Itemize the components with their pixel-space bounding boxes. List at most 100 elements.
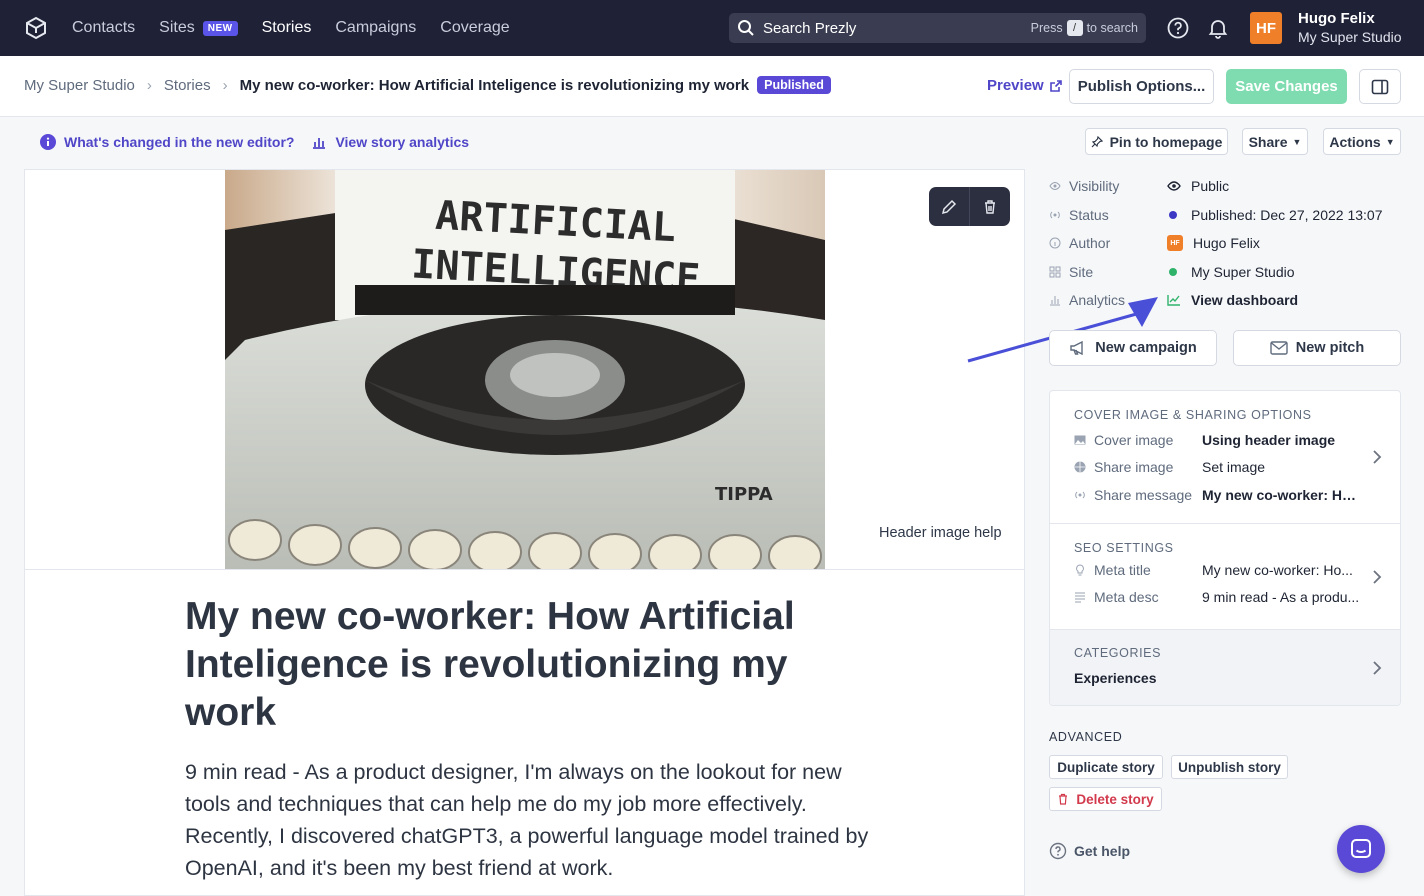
new-campaign-label: New campaign <box>1095 340 1197 356</box>
share-message-row: Share message My new co-worker: Ho... <box>1074 481 1400 509</box>
meta-desc-value: 9 min read - As a produ... <box>1202 589 1360 606</box>
delete-image-button[interactable] <box>969 187 1010 226</box>
trash-icon <box>985 199 995 214</box>
view-dashboard-link[interactable]: View dashboard <box>1167 292 1298 308</box>
nav-campaigns-label: Campaigns <box>335 19 417 36</box>
chevron-right-icon <box>1373 450 1382 464</box>
search-hint-to: to search <box>1086 21 1138 35</box>
help-circle-icon <box>1049 842 1067 860</box>
user-menu[interactable]: Hugo Felix My Super Studio <box>1298 10 1402 45</box>
meta-site: Site My Super Studio <box>1049 258 1409 287</box>
chat-launcher-button[interactable] <box>1337 825 1385 873</box>
share-dropdown[interactable]: Share ▼ <box>1242 128 1308 155</box>
share-message-value: My new co-worker: Ho... <box>1202 486 1362 503</box>
mail-icon <box>1270 341 1288 355</box>
meta-author-label: Author <box>1069 235 1111 252</box>
breadcrumb-separator-icon: › <box>222 76 228 94</box>
external-link-icon <box>1049 79 1062 92</box>
cover-sharing-heading: COVER IMAGE & SHARING OPTIONS <box>1074 408 1312 422</box>
site-text: My Super Studio <box>1191 263 1295 280</box>
edit-image-button[interactable] <box>929 187 969 226</box>
pin-label: Pin to homepage <box>1109 133 1223 150</box>
bell-icon[interactable] <box>1206 16 1230 40</box>
view-dashboard-text: View dashboard <box>1191 292 1299 309</box>
story-header: My Super Studio › Stories › My new co-wo… <box>0 56 1424 117</box>
pencil-icon <box>941 199 957 214</box>
share-message-label: Share message <box>1094 486 1193 503</box>
categories-heading: CATEGORIES <box>1074 646 1162 660</box>
nav-contacts[interactable]: Contacts <box>72 19 135 37</box>
breadcrumb-stories[interactable]: Stories <box>164 77 211 94</box>
meta-title-row: Meta title My new co-worker: Ho... <box>1074 556 1400 584</box>
unpublish-story-button[interactable]: Unpublish story <box>1171 755 1288 779</box>
header-image-help-link[interactable]: Header image help <box>879 525 1002 541</box>
chevron-right-icon <box>1373 570 1382 584</box>
whats-changed-link[interactable]: What's changed in the new editor? <box>64 134 294 150</box>
nav-sites-label: Sites <box>159 19 195 36</box>
nav-sites[interactable]: Sites NEW <box>159 19 238 37</box>
typewriter-image: ARTIFICIAL INTELLIGENCE TIPPA <box>225 170 825 570</box>
user-site: My Super Studio <box>1298 29 1402 45</box>
search-input[interactable]: Search Prezly Press / to search <box>729 13 1146 43</box>
status-text: Published: Dec 27, 2022 13:07 <box>1191 206 1383 223</box>
search-hint-press: Press <box>1030 21 1063 35</box>
caret-down-icon: ▼ <box>1385 136 1395 147</box>
status-badge: Published <box>757 76 831 94</box>
seo-settings-section[interactable]: SEO SETTINGS Meta title My new co-worker:… <box>1050 524 1400 629</box>
preview-label: Preview <box>987 77 1044 94</box>
site-value[interactable]: My Super Studio <box>1167 264 1295 280</box>
view-story-analytics-link[interactable]: View story analytics <box>335 134 469 150</box>
nav-stories[interactable]: Stories <box>262 19 312 37</box>
nav-stories-label: Stories <box>261 19 312 36</box>
status-dot <box>1169 210 1177 219</box>
meta-title-label: Meta title <box>1094 561 1151 578</box>
preview-link[interactable]: Preview <box>987 77 1063 94</box>
duplicate-story-button[interactable]: Duplicate story <box>1049 755 1163 779</box>
nav-coverage[interactable]: Coverage <box>440 19 509 37</box>
publish-options-button[interactable]: Publish Options... <box>1069 69 1214 104</box>
share-label: Share <box>1248 133 1288 150</box>
actions-label: Actions <box>1329 133 1381 150</box>
author-value[interactable]: HF Hugo Felix <box>1167 235 1260 252</box>
prezly-logo-icon[interactable] <box>24 16 48 40</box>
get-help-link[interactable]: Get help <box>1049 842 1130 860</box>
nav-campaigns[interactable]: Campaigns <box>335 19 416 37</box>
trash-icon <box>1059 793 1068 805</box>
story-lead[interactable]: 9 min read - As a product designer, I'm … <box>185 756 875 884</box>
broadcast-icon <box>1075 491 1085 499</box>
new-pitch-button[interactable]: New pitch <box>1233 330 1401 366</box>
breadcrumb-current-story: My new co-worker: How Artificial Intelig… <box>239 76 750 94</box>
breadcrumb-site[interactable]: My Super Studio <box>24 77 135 94</box>
pin-icon <box>1091 135 1103 147</box>
header-image[interactable]: ARTIFICIAL INTELLIGENCE TIPPA <box>225 170 825 570</box>
meta-author: Author HF Hugo Felix <box>1049 229 1409 258</box>
cover-image-row: Cover image Using header image <box>1074 426 1400 454</box>
eye-icon <box>1049 182 1061 191</box>
actions-dropdown[interactable]: Actions ▼ <box>1323 128 1401 155</box>
story-title[interactable]: My new co-worker: How Artificial Intelig… <box>185 593 865 737</box>
broadcast-icon <box>1050 211 1060 219</box>
help-icon[interactable] <box>1166 16 1190 40</box>
categories-section[interactable]: CATEGORIES Experiences <box>1050 629 1400 705</box>
user-avatar[interactable]: HF <box>1250 12 1282 44</box>
megaphone-icon <box>1070 340 1083 356</box>
share-image-label: Share image <box>1094 459 1174 476</box>
cover-image-label: Cover image <box>1094 431 1174 448</box>
meta-desc-label: Meta desc <box>1094 589 1159 606</box>
advanced-heading: ADVANCED <box>1049 730 1123 744</box>
cover-sharing-section[interactable]: COVER IMAGE & SHARING OPTIONS Cover imag… <box>1050 391 1400 524</box>
globe-icon <box>1074 461 1086 473</box>
toggle-sidebar-button[interactable] <box>1359 69 1401 104</box>
pin-to-homepage-button[interactable]: Pin to homepage <box>1085 128 1228 155</box>
delete-story-button[interactable]: Delete story <box>1049 787 1162 811</box>
divider <box>25 569 1024 570</box>
nav-coverage-label: Coverage <box>440 19 510 36</box>
save-changes-button[interactable]: Save Changes <box>1226 69 1347 104</box>
get-help-label: Get help <box>1074 843 1131 859</box>
user-name: Hugo Felix <box>1298 10 1375 27</box>
grid-icon <box>1049 266 1061 278</box>
new-campaign-button[interactable]: New campaign <box>1049 330 1217 366</box>
status-value[interactable]: Published: Dec 27, 2022 13:07 <box>1167 207 1382 223</box>
share-image-value: Set image <box>1202 459 1266 476</box>
visibility-value[interactable]: Public <box>1167 178 1229 194</box>
